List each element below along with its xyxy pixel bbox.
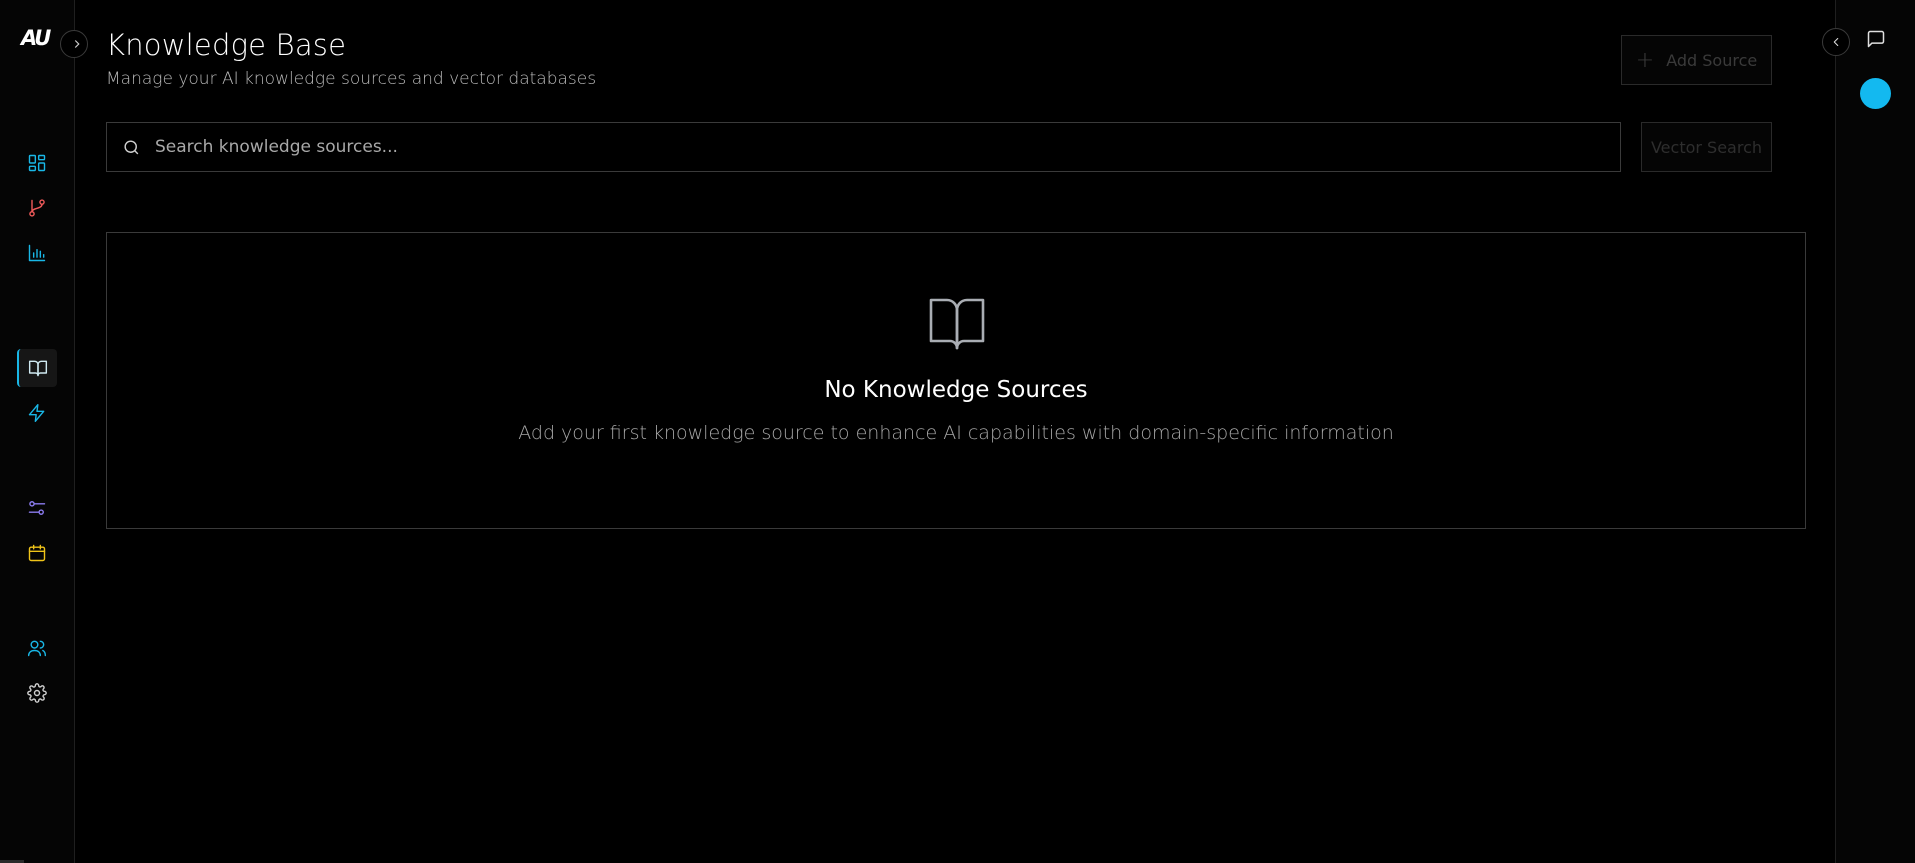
- git-branch-icon: [29, 199, 45, 217]
- page-subtitle: Manage your AI knowledge sources and vec…: [106, 69, 597, 89]
- sidebar-item-workflows[interactable]: [17, 189, 57, 227]
- search-box: [106, 122, 1621, 172]
- empty-state-description: Add your first knowledge source to enhan…: [518, 422, 1394, 444]
- right-panel-collapse-button[interactable]: [1822, 28, 1850, 56]
- chevron-left-icon: [1833, 37, 1839, 47]
- users-icon: [27, 640, 47, 657]
- status-indicator[interactable]: [1860, 78, 1891, 109]
- lightning-icon: [28, 403, 45, 423]
- sidebar-item-automations[interactable]: [17, 394, 57, 432]
- add-source-label: Add Source: [1666, 50, 1758, 70]
- empty-state-title: No Knowledge Sources: [824, 377, 1088, 403]
- left-sidebar: AU: [0, 0, 75, 863]
- chevron-right-icon: [74, 40, 80, 48]
- vector-search-button[interactable]: Vector Search: [1641, 122, 1772, 172]
- app-logo[interactable]: AU: [21, 26, 51, 50]
- calendar-icon: [28, 544, 46, 562]
- book-open-icon: [927, 295, 987, 351]
- sidebar-item-calendar[interactable]: [17, 534, 57, 572]
- sliders-icon: [28, 501, 46, 515]
- chat-button[interactable]: [1866, 29, 1886, 49]
- search-input[interactable]: [155, 123, 1620, 171]
- page-title: Knowledge Base: [106, 28, 347, 62]
- empty-state-card: No Knowledge Sources Add your first know…: [106, 232, 1806, 529]
- dashboard-grid-icon: [28, 154, 46, 172]
- main-content: Knowledge Base Manage your AI knowledge …: [76, 0, 1835, 863]
- sidebar-expand-button[interactable]: [60, 30, 88, 58]
- message-square-icon: [1867, 30, 1885, 48]
- search-icon: [124, 139, 139, 154]
- sidebar-item-settings[interactable]: [17, 674, 57, 712]
- sidebar-item-knowledge-base[interactable]: [17, 349, 57, 387]
- sidebar-item-integrations[interactable]: [17, 489, 57, 527]
- right-rail: [1835, 0, 1915, 863]
- plus-icon: +: [1635, 47, 1655, 73]
- add-source-button[interactable]: + Add Source: [1621, 35, 1772, 85]
- book-open-icon: [28, 360, 48, 377]
- gear-icon: [27, 683, 47, 703]
- app-root: AU Knowledge Base Manage your AI knowled…: [0, 0, 1915, 863]
- sidebar-item-dashboard[interactable]: [17, 144, 57, 182]
- bar-chart-icon: [28, 244, 46, 262]
- sidebar-item-team[interactable]: [17, 629, 57, 667]
- sidebar-item-analytics[interactable]: [17, 234, 57, 272]
